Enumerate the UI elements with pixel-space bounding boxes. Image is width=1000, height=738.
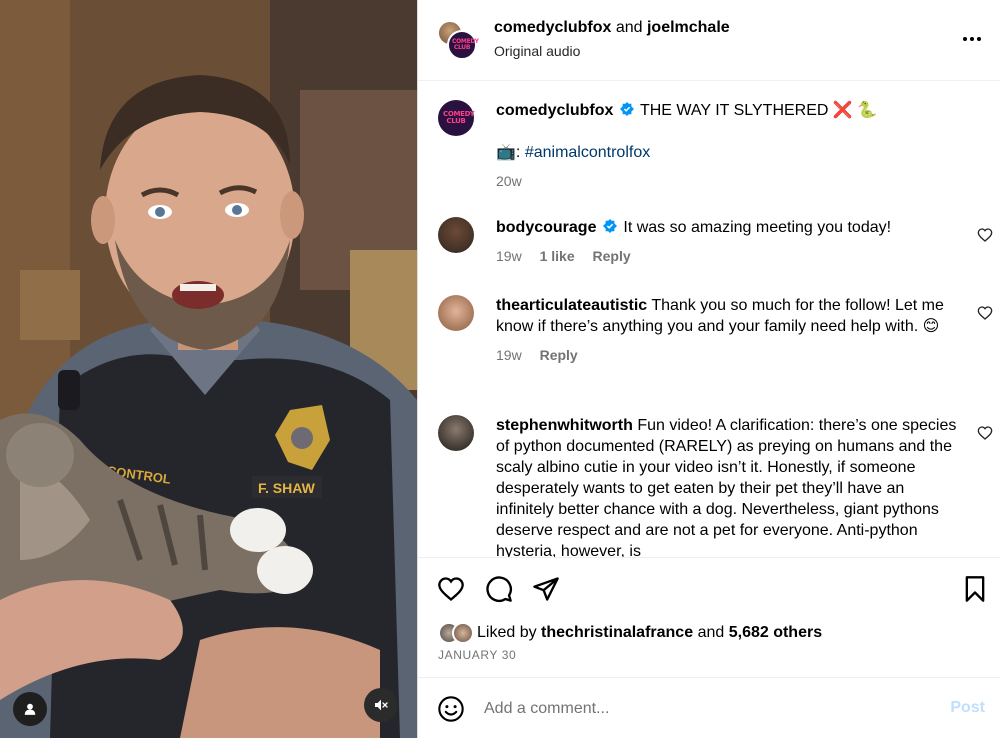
audio-link[interactable]: Original audio	[494, 43, 580, 59]
comment-like-count[interactable]: 1 like	[540, 248, 575, 264]
badge-text: F. SHAW	[258, 480, 316, 496]
emoji-picker-icon[interactable]	[437, 695, 465, 723]
likes-middle: and	[697, 624, 725, 641]
comment-meta: 19w Reply	[496, 345, 961, 366]
authors-conjunction: and	[615, 19, 643, 36]
collab-avatars[interactable]: COMEDY CLUB	[437, 20, 479, 60]
speaker-muted-icon	[375, 699, 388, 711]
caption-meta: 20w	[496, 171, 961, 192]
comment-body: thearticulateautistic Thank you so much …	[496, 295, 961, 366]
caption-body: comedyclubfox THE WAY IT SLYTHERED ❌ 🐍 📺…	[496, 100, 961, 192]
liker-avatar	[452, 622, 474, 644]
like-heart-icon[interactable]	[437, 575, 465, 603]
reel-video[interactable]: F. SHAW AL CONTROL	[0, 0, 417, 738]
like-comment-heart-icon[interactable]	[977, 305, 993, 321]
avatar-bodycourage[interactable]	[438, 217, 474, 253]
likes-others-link[interactable]: 5,682 others	[729, 624, 822, 642]
post-date[interactable]: JANUARY 30	[438, 648, 516, 662]
caption-time[interactable]: 20w	[496, 173, 522, 189]
caption-text: THE WAY IT SLYTHERED ❌ 🐍	[639, 102, 878, 119]
liker-username-link[interactable]: thechristinalafrance	[541, 624, 693, 642]
video-frame: F. SHAW AL CONTROL	[0, 0, 417, 738]
comment-text: Fun video! A clarification: there’s one …	[496, 417, 957, 557]
likes-prefix: Liked by	[477, 624, 537, 641]
comedy-club-logo: COMEDY CLUB	[443, 110, 475, 125]
avatar-stephenwhitworth[interactable]	[438, 415, 474, 451]
comment-username[interactable]: thearticulateautistic	[496, 297, 647, 314]
share-paper-plane-icon[interactable]	[532, 575, 560, 603]
post-header: COMEDY CLUB comedyclubfox and joelmchale…	[418, 0, 1000, 81]
comment-username[interactable]: stephenwhitworth	[496, 417, 633, 434]
avatar-thearticulateautistic[interactable]	[438, 295, 474, 331]
comment-time[interactable]: 19w	[496, 248, 522, 264]
tagged-users-button[interactable]	[13, 692, 47, 726]
author-link-comedyclubfox[interactable]: comedyclubfox	[494, 19, 611, 36]
reply-button[interactable]: Reply	[593, 248, 631, 264]
author-link-joelmchale[interactable]: joelmchale	[647, 19, 730, 36]
comment-text: It was so amazing meeting you today!	[623, 219, 892, 236]
post-panel: COMEDY CLUB comedyclubfox and joelmchale…	[417, 0, 1000, 738]
comment-username[interactable]: bodycourage	[496, 219, 596, 236]
comment-input[interactable]	[484, 696, 924, 722]
avatar-comedyclubfox[interactable]: COMEDY CLUB	[438, 100, 475, 136]
caption-line-2: 📺: #animalcontrolfox	[496, 142, 961, 163]
hashtag-link[interactable]: #animalcontrolfox	[525, 144, 650, 161]
comment-body: stephenwhitworth Fun video! A clarificat…	[496, 415, 961, 557]
save-bookmark-icon[interactable]	[961, 575, 989, 603]
like-comment-heart-icon[interactable]	[977, 425, 993, 441]
verified-badge-icon	[619, 102, 634, 116]
caption-username[interactable]: comedyclubfox	[496, 102, 613, 119]
more-options-button[interactable]	[961, 28, 983, 50]
ellipsis-icon	[963, 37, 981, 41]
tv-emoji: 📺:	[496, 144, 521, 161]
comment-meta: 19w 1 like Reply	[496, 246, 961, 267]
comment-time[interactable]: 19w	[496, 347, 522, 363]
add-comment-bar: Post	[418, 677, 1000, 738]
likes-summary: Liked by thechristinalafrance and 5,682 …	[438, 621, 822, 645]
person-icon	[24, 703, 36, 715]
avatar-comedyclubfox[interactable]: COMEDY CLUB	[447, 30, 479, 60]
comment-bubble-icon[interactable]	[485, 575, 513, 603]
mute-button[interactable]	[364, 688, 398, 722]
like-comment-heart-icon[interactable]	[977, 227, 993, 243]
comment-body: bodycourage It was so amazing meeting yo…	[496, 217, 961, 267]
comments-list[interactable]: COMEDY CLUB comedyclubfox THE WAY IT SLY…	[418, 82, 1000, 557]
reply-button[interactable]: Reply	[540, 347, 578, 363]
post-authors: comedyclubfox and joelmchale	[494, 19, 730, 37]
verified-badge-icon	[602, 219, 617, 233]
comedy-club-logo: COMEDY CLUB	[452, 38, 479, 51]
post-comment-button[interactable]: Post	[950, 699, 985, 717]
